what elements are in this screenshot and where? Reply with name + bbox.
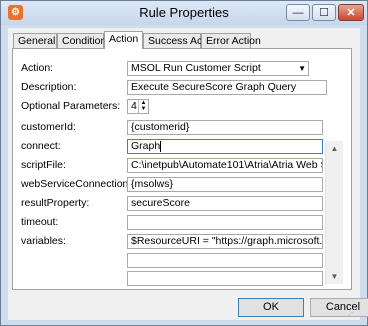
param-value-connect: Graph (131, 140, 161, 152)
action-tab-panel: Action: MSOL Run Customer Script ▼ Descr… (12, 48, 352, 290)
param-label-timeout: timeout: (21, 216, 59, 228)
close-button[interactable]: ✕ (338, 4, 364, 21)
ok-button[interactable]: OK (238, 298, 304, 317)
tab-action[interactable]: Action (104, 31, 143, 49)
optional-parameters-stepper[interactable]: 4 ▲ ▼ (127, 99, 149, 114)
chevron-down-icon: ▼ (298, 64, 306, 73)
param-label-customerid: customerId: (21, 121, 76, 133)
dialog-client-area: General Condition Action Success Action … (8, 28, 368, 320)
param-label-webserviceconnection: webServiceConnection: (21, 178, 132, 190)
tab-general[interactable]: General (13, 33, 57, 48)
param-input-webserviceconnection[interactable]: {msolws} (127, 177, 323, 192)
title-bar[interactable]: ⚙ Rule Properties — ☐ ✕ (1, 1, 367, 25)
param-input-empty-1[interactable] (127, 253, 323, 268)
tab-condition[interactable]: Condition (57, 33, 106, 48)
text-caret (160, 140, 162, 152)
params-scrollbar[interactable]: ▲ ▼ (325, 141, 343, 284)
param-input-variables[interactable]: $ResourceURI = "https://graph.microsoft.… (127, 234, 323, 249)
action-dropdown[interactable]: MSOL Run Customer Script ▼ (127, 61, 309, 76)
description-label: Description: (21, 81, 77, 93)
scroll-up-icon[interactable]: ▲ (326, 141, 343, 156)
param-label-resultproperty: resultProperty: (21, 197, 90, 209)
param-input-empty-2[interactable] (127, 271, 323, 286)
param-input-timeout[interactable] (127, 215, 323, 230)
param-label-variables: variables: (21, 235, 66, 247)
param-input-scriptfile[interactable]: C:\inetpub\Automate101\Atria\Atria Web S… (127, 158, 323, 173)
param-label-scriptfile: scriptFile: (21, 159, 66, 171)
optional-parameters-label: Optional Parameters: (21, 100, 121, 112)
param-input-resultproperty[interactable]: secureScore (127, 196, 323, 211)
stepper-arrows[interactable]: ▲ ▼ (138, 100, 148, 113)
tab-success-action[interactable]: Success Action (143, 33, 219, 48)
maximize-button[interactable]: ☐ (312, 4, 336, 21)
scroll-down-icon[interactable]: ▼ (326, 269, 343, 284)
rule-properties-window: ⚙ Rule Properties — ☐ ✕ General Conditio… (0, 0, 368, 326)
action-value: MSOL Run Customer Script (131, 62, 261, 74)
stepper-down-icon[interactable]: ▼ (139, 106, 148, 112)
resize-grip-icon[interactable]: ⋰ (348, 308, 358, 318)
param-input-connect[interactable]: Graph (127, 139, 323, 154)
description-input[interactable]: Execute SecureScore Graph Query (127, 80, 327, 95)
action-label: Action: (21, 62, 54, 74)
cancel-button[interactable]: Cancel (310, 298, 368, 317)
param-label-connect: connect: (21, 140, 61, 152)
minimize-button[interactable]: — (286, 4, 310, 21)
param-input-customerid[interactable]: {customerid} (127, 120, 323, 135)
tab-error-action[interactable]: Error Action (201, 33, 261, 48)
optional-parameters-value: 4 (131, 100, 137, 112)
